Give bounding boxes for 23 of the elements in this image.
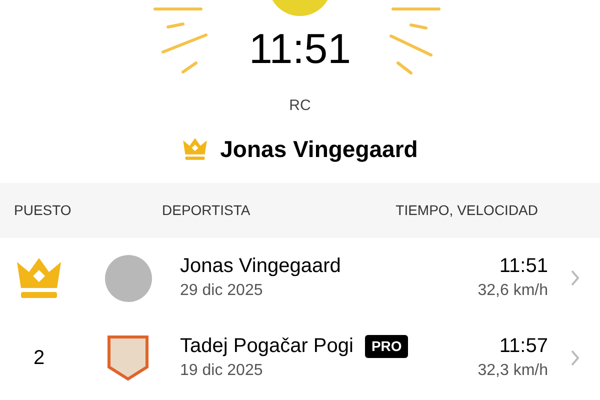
result-time: 11:57 (499, 334, 548, 359)
ranking-row[interactable]: 2 Tadej Pogačar Pogi PRO 19 dic 2025 11:57 32,3 km/h (0, 318, 600, 398)
athlete-name: Tadej Pogačar Pogi (180, 334, 354, 359)
crown-icon (182, 136, 208, 161)
column-header[interactable]: TIEMPO, VELOCIDAD (396, 200, 538, 221)
activity-date: 19 dic 2025 (180, 361, 264, 381)
time-display: 11:51 (249, 26, 351, 72)
chevron-right-icon (570, 349, 580, 367)
shield-avatar-placeholder (107, 335, 149, 381)
ranking-row[interactable]: Jonas Vingegaard 29 dic 2025 11:51 32,6 km/h (0, 238, 600, 318)
pro-badge: PRO (365, 334, 408, 358)
chevron-right-icon (570, 269, 580, 287)
result-speed: 32,3 km/h (478, 361, 548, 381)
column-header[interactable]: PUESTO (14, 200, 162, 221)
rank-number: 2 (33, 346, 45, 371)
athlete-name: Jonas Vingegaard (180, 254, 341, 279)
activity-date: 29 dic 2025 (180, 281, 264, 301)
subtitle: RC (289, 96, 311, 116)
crown-icon (14, 256, 64, 300)
leader-name: Jonas Vingegaard (220, 134, 418, 164)
column-header[interactable]: DEPORTISTA (162, 200, 396, 221)
result-speed: 32,6 km/h (478, 281, 548, 301)
result-time: 11:51 (499, 254, 548, 279)
